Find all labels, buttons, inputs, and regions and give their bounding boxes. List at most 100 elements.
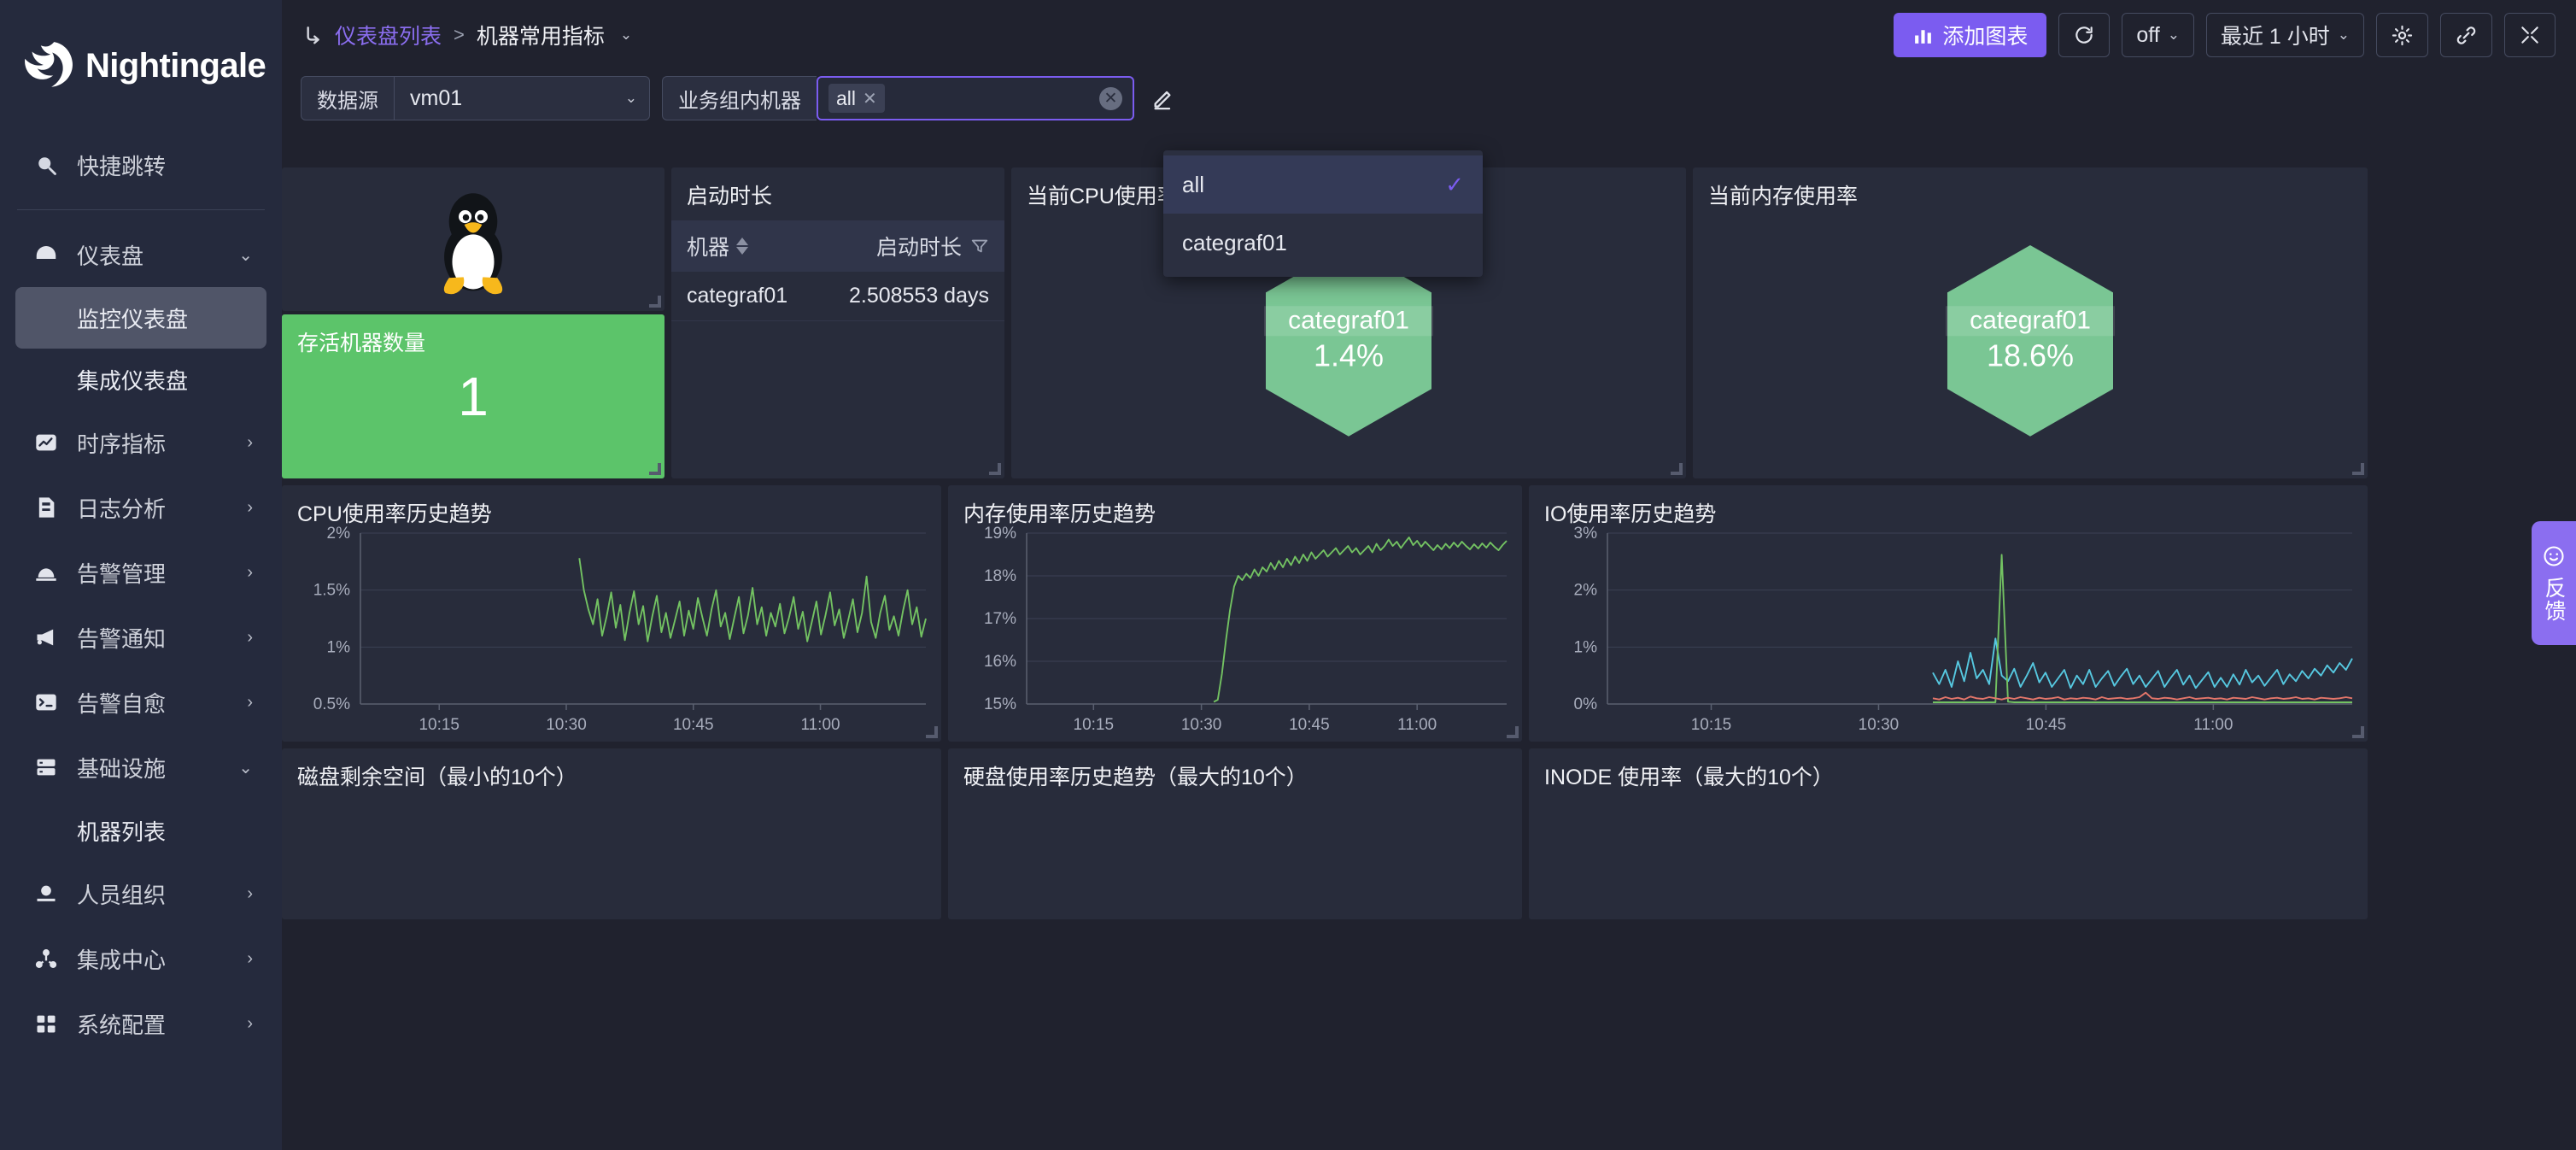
panel-title: 硬盘使用率历史趋势（最大的10个） <box>963 766 1308 789</box>
panel-inode-usage[interactable]: INODE 使用率（最大的10个） <box>1529 748 2368 919</box>
sidebar-item-alert-management[interactable]: 告警管理 › <box>15 540 266 605</box>
dropdown-option-label: categraf01 <box>1182 229 1287 255</box>
sidebar-item-alert-notification[interactable]: 告警通知 › <box>15 605 266 670</box>
chevron-right-icon: › <box>247 1013 253 1033</box>
resize-handle[interactable] <box>2352 463 2364 475</box>
sidebar-item-metrics[interactable]: 时序指标 › <box>15 410 266 475</box>
resize-handle[interactable] <box>989 463 1001 475</box>
table-row[interactable]: categraf01 2.508553 days <box>671 272 1004 321</box>
chevron-right-icon: › <box>247 627 253 647</box>
sidebar-item-system-config[interactable]: 系统配置 › <box>15 991 266 1056</box>
table-header-machine[interactable]: 机器 <box>671 220 817 272</box>
share-link-button[interactable] <box>2440 13 2492 57</box>
sort-icon[interactable] <box>736 238 749 255</box>
refresh-interval-select[interactable]: off ⌄ <box>2122 13 2194 57</box>
brand-logo[interactable]: Nightingale <box>0 0 282 132</box>
chevron-right-icon: › <box>247 883 253 903</box>
sidebar-item-label: 快捷跳转 <box>77 153 167 179</box>
dropdown-option-label: all <box>1182 171 1205 197</box>
machine-multiselect[interactable]: all ✕ ✕ <box>817 76 1134 120</box>
resize-handle[interactable] <box>649 463 661 475</box>
sidebar-item-integration-center[interactable]: 集成中心 › <box>15 926 266 991</box>
user-icon <box>29 882 63 906</box>
resize-handle[interactable] <box>1507 726 1519 738</box>
clear-all-icon[interactable]: ✕ <box>1099 86 1122 110</box>
settings-button[interactable] <box>2376 13 2428 57</box>
panel-memory-current[interactable]: 当前内存使用率 categraf01 18.6% <box>1693 167 2368 478</box>
panel-disk-free[interactable]: 磁盘剩余空间（最小的10个） <box>282 748 941 919</box>
alive-machines-value: 1 <box>458 366 489 427</box>
server-icon <box>29 755 63 779</box>
sidebar-item-label: 基础设施 <box>77 755 167 782</box>
dropdown-option-categraf01[interactable]: categraf01 <box>1163 214 1483 272</box>
alert-bell-icon <box>29 560 63 584</box>
top-bar-actions: 添加图表 off ⌄ 最近 1 小时 ⌄ <box>1894 13 2556 57</box>
sidebar: Nightingale 快捷跳转 仪表盘 ⌄ 监控仪表盘 集成仪表盘 时序指标 … <box>0 0 282 1150</box>
panel-io-history[interactable]: IO使用率历史趋势 0% 1% 2% 3% 10:15 10:30 10:45 11:00 <box>1529 485 2368 742</box>
y-axis-tick-label: 15% <box>984 695 1016 713</box>
sidebar-item-dashboard[interactable]: 仪表盘 ⌄ <box>15 222 266 287</box>
sidebar-item-alert-self-healing[interactable]: 告警自愈 › <box>15 670 266 735</box>
time-range-select[interactable]: 最近 1 小时 ⌄ <box>2205 13 2364 57</box>
linux-tux-icon <box>282 167 664 311</box>
sidebar-item-log-analysis[interactable]: 日志分析 › <box>15 475 266 540</box>
edit-pencil-icon[interactable] <box>1151 86 1175 110</box>
panel-title: 启动时长 <box>687 185 773 208</box>
panel-disk-history[interactable]: 硬盘使用率历史趋势（最大的10个） <box>948 748 1522 919</box>
hexagon-name: categraf01 <box>1946 306 2115 336</box>
datasource-select[interactable]: vm01 ⌄ <box>394 76 650 120</box>
nightingale-bird-icon <box>25 41 73 87</box>
sidebar-item-label: 系统配置 <box>77 1012 167 1038</box>
sidebar-divider <box>17 209 265 210</box>
resize-handle[interactable] <box>2352 726 2364 738</box>
x-axis-tick-label: 10:45 <box>2026 716 2067 734</box>
sidebar-item-integration-dashboard[interactable]: 集成仪表盘 <box>15 349 266 410</box>
panel-alive-machines[interactable]: 存活机器数量 1 <box>282 314 664 478</box>
sidebar-item-infrastructure[interactable]: 基础设施 ⌄ <box>15 735 266 800</box>
collapse-sidebar-icon[interactable] <box>301 24 323 46</box>
filter-icon[interactable] <box>970 237 989 255</box>
panel-memory-history[interactable]: 内存使用率历史趋势 15% 16% 17% 18% 19% 10:15 10:30 10:45… <box>948 485 1522 742</box>
chevron-down-icon[interactable]: ⌄ <box>620 26 632 44</box>
add-chart-button[interactable]: 添加图表 <box>1894 13 2047 57</box>
y-axis-tick-label: 0.5% <box>313 695 350 713</box>
panel-cpu-history[interactable]: CPU使用率历史趋势 0.5% 1% 1.5% 2% 10:15 10:30 10:45 11… <box>282 485 941 742</box>
resize-handle[interactable] <box>1671 463 1683 475</box>
chevron-right-icon: › <box>247 562 253 582</box>
bar-chart-icon <box>1915 29 1932 44</box>
search-icon <box>29 153 63 177</box>
sidebar-item-label: 告警自愈 <box>77 690 167 717</box>
log-file-icon <box>29 496 63 519</box>
resize-handle[interactable] <box>649 296 661 308</box>
cell-machine: categraf01 <box>671 272 817 321</box>
fullscreen-button[interactable] <box>2504 13 2556 57</box>
breadcrumb-dashboard-list[interactable]: 仪表盘列表 <box>335 20 442 50</box>
machine-dropdown[interactable]: all ✓ categraf01 <box>1163 150 1483 277</box>
machine-tag[interactable]: all ✕ <box>828 84 885 113</box>
remove-tag-icon[interactable]: ✕ <box>863 88 877 109</box>
refresh-interval-value: off <box>2136 22 2160 47</box>
io-history-chart: 0% 1% 2% 3% 10:15 10:30 10:45 11:00 <box>1574 525 2353 734</box>
datasource-filter[interactable]: 数据源 vm01 ⌄ <box>301 76 650 120</box>
sidebar-item-monitor-dashboard[interactable]: 监控仪表盘 <box>15 287 266 349</box>
hexagon-cell[interactable]: categraf01 18.6% <box>1946 243 2115 437</box>
feedback-tab[interactable]: 反馈 <box>2532 521 2576 645</box>
smiley-face-icon <box>2544 545 2564 566</box>
x-axis-tick-label: 10:15 <box>1691 716 1732 734</box>
column-label: 启动时长 <box>875 236 962 260</box>
table-header-uptime[interactable]: 启动时长 <box>816 220 1004 272</box>
main-area: 仪表盘列表 > 机器常用指标 ⌄ 添加图表 off ⌄ 最近 1 小时 ⌄ 数据… <box>282 0 2576 1150</box>
memory-hexbin: categraf01 18.6% <box>1693 202 2368 478</box>
panel-uptime[interactable]: 启动时长 机器 启动时长 categraf01 2.508553 days <box>671 167 1004 478</box>
machine-filter[interactable]: 业务组内机器 all ✕ ✕ <box>662 76 1134 120</box>
dropdown-option-all[interactable]: all ✓ <box>1163 155 1483 214</box>
sidebar-item-quick-jump[interactable]: 快捷跳转 <box>15 132 266 197</box>
sidebar-item-personnel[interactable]: 人员组织 › <box>15 861 266 926</box>
resize-handle[interactable] <box>926 726 938 738</box>
sidebar-item-machine-list[interactable]: 机器列表 <box>15 800 266 861</box>
panel-logo[interactable] <box>282 167 664 311</box>
column-label: 机器 <box>687 236 730 260</box>
datasource-label: 数据源 <box>301 76 394 120</box>
brand-name: Nightingale <box>85 47 266 85</box>
refresh-button[interactable] <box>2058 13 2111 57</box>
